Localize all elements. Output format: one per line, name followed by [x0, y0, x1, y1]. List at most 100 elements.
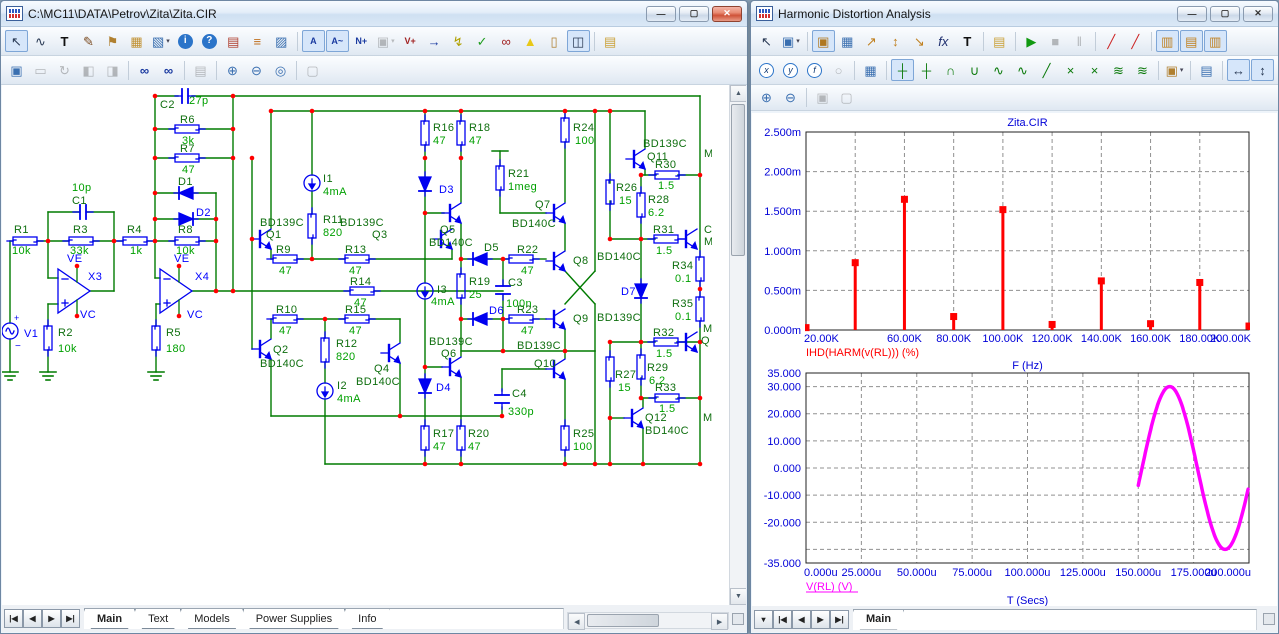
part-R10[interactable] [267, 315, 303, 323]
curve-cross-1[interactable]: × [1059, 59, 1082, 81]
paste-curve[interactable]: ▣▾ [1163, 59, 1186, 81]
part-R15[interactable] [339, 315, 375, 323]
part-V1[interactable]: +− [2, 313, 21, 352]
tab-main[interactable]: Main [853, 610, 904, 630]
show-power-toggle[interactable]: ↯ [447, 30, 470, 52]
wire-mode-tool[interactable]: ∿ [29, 30, 52, 52]
page-annotate-icon[interactable]: ▨ [270, 30, 293, 52]
part-Q11[interactable] [626, 149, 645, 169]
part-R26[interactable] [606, 174, 614, 210]
pause-button[interactable]: ‖ [1068, 30, 1091, 52]
pan-x-mode[interactable]: ↔ [1227, 59, 1250, 81]
close-button[interactable]: ✕ [1243, 6, 1273, 22]
minimize-button[interactable]: — [646, 6, 676, 22]
first-page-button[interactable]: |◀ [4, 609, 23, 628]
part-C1[interactable] [73, 205, 93, 219]
component-list-icon[interactable]: ≡ [246, 30, 269, 52]
log-slope-tool[interactable]: ╱ [1124, 30, 1147, 52]
next-page-button[interactable]: ▶ [42, 609, 61, 628]
part-R2[interactable] [44, 320, 52, 356]
analysis-titlebar[interactable]: Harmonic Distortion Analysis —▢✕ [751, 1, 1278, 27]
part-R18[interactable] [457, 115, 465, 151]
stop-button[interactable]: ■ [1044, 30, 1067, 52]
part-Q12[interactable] [624, 408, 643, 428]
part-R20[interactable] [457, 420, 465, 456]
maximize-button[interactable]: ▢ [679, 6, 709, 22]
part-Q6[interactable] [442, 357, 461, 377]
maximize-button[interactable]: ▢ [1210, 6, 1240, 22]
part-I2[interactable] [317, 383, 333, 399]
show-currents-toggle[interactable]: → [423, 30, 446, 52]
copy-picture-disabled-dropdown[interactable]: ▾ [391, 38, 395, 45]
last-page-button[interactable]: ▶| [61, 609, 80, 628]
cursor-vertical-toggle[interactable]: ┼ [915, 59, 938, 81]
analysis-plot-area[interactable]: Zita.CIR2.500m2.000m1.500m1.000m0.500m0.… [752, 113, 1277, 606]
part-D4[interactable] [419, 374, 431, 398]
select-tool[interactable]: ↖ [755, 30, 778, 52]
box-select-tool[interactable]: ▣ [5, 59, 28, 81]
rotate-disabled[interactable]: ↻ [53, 59, 76, 81]
text-page-icon[interactable]: ▯ [543, 30, 566, 52]
panel-rows-toggle[interactable]: ▤ [1180, 30, 1203, 52]
go-to-valley[interactable]: ∪ [963, 59, 986, 81]
scroll-up-button[interactable]: ▲ [730, 85, 746, 102]
text-tool[interactable]: T [53, 30, 76, 52]
tab-info[interactable]: Info [345, 609, 389, 629]
info-mode[interactable]: i [174, 30, 197, 52]
select-tool[interactable]: ↖ [5, 30, 28, 52]
part-R21[interactable] [496, 160, 504, 196]
pan-y-mode[interactable]: ↕ [1251, 59, 1274, 81]
copy-picture-disabled[interactable]: ▣▾ [374, 30, 398, 52]
search-disabled[interactable]: ○ [827, 59, 850, 81]
part-I1[interactable] [304, 175, 320, 191]
schematic-vscrollbar[interactable]: ▲ ▼ [729, 85, 746, 605]
show-pin-connections-toggle[interactable]: ∞ [495, 30, 518, 52]
part-Q5[interactable] [442, 203, 461, 223]
part-R24[interactable] [561, 112, 569, 148]
part-R7[interactable] [169, 154, 205, 162]
slope-tool[interactable]: ╱ [1100, 30, 1123, 52]
part-Q4[interactable] [381, 343, 400, 363]
part-gnd2[interactable] [40, 372, 56, 380]
find-part-button[interactable]: ∞ [133, 59, 156, 81]
curve-family-1[interactable]: ≋ [1107, 59, 1130, 81]
scale-limits[interactable]: ▦ [836, 30, 859, 52]
prev-plot-button[interactable]: ◀ [792, 610, 811, 629]
numeric-output[interactable]: ▤ [1195, 59, 1218, 81]
y-axis-settings[interactable]: y [779, 59, 802, 81]
part-QX1[interactable] [678, 229, 697, 249]
help-mode[interactable]: ? [198, 30, 221, 52]
show-node-numbers-toggle[interactable]: N+ [350, 30, 373, 52]
part-D1[interactable] [174, 187, 198, 199]
part-R14[interactable] [344, 287, 380, 295]
part-R35[interactable] [696, 291, 704, 327]
curve-family-2[interactable]: ≋ [1131, 59, 1154, 81]
scroll-down-button[interactable]: ▼ [730, 588, 746, 605]
clipboard-tool[interactable]: ▣▾ [779, 30, 803, 52]
tab-main[interactable]: Main [84, 609, 135, 629]
show-node-voltages-toggle[interactable]: A~ [326, 30, 349, 52]
part-gnd3[interactable] [148, 372, 164, 380]
part-R16[interactable] [421, 115, 429, 151]
part-R25[interactable] [561, 420, 569, 456]
tab-models[interactable]: Models [181, 609, 242, 629]
properties-button[interactable]: ▤ [599, 30, 622, 52]
page-disabled[interactable]: ▢ [301, 59, 324, 81]
text-tool[interactable]: T [956, 30, 979, 52]
schematic-canvas[interactable]: +−R110kR333kR41k10pC1V1R210kX3VEVCX4VEVC… [2, 85, 746, 605]
last-plot-button[interactable]: ▶| [830, 610, 849, 629]
show-warnings-toggle[interactable]: ▲ [519, 30, 542, 52]
part-C4[interactable] [495, 389, 509, 409]
part-R27[interactable] [606, 351, 614, 387]
part-D3[interactable] [419, 172, 431, 196]
part-R13[interactable] [339, 255, 375, 263]
hscroll-thumb[interactable] [587, 614, 659, 627]
part-R3[interactable] [63, 237, 99, 245]
close-button[interactable]: ✕ [712, 6, 742, 22]
formula-text-tool[interactable]: fx [932, 30, 955, 52]
shape-picker[interactable]: ▧▾ [149, 30, 173, 52]
clipboard-tool-dropdown[interactable]: ▾ [796, 38, 800, 45]
part-gnd1[interactable] [2, 372, 18, 380]
schematic-titlebar[interactable]: C:\MC11\DATA\Petrov\Zita\Zita.CIR —▢✕ [1, 1, 747, 27]
part-R9[interactable] [267, 255, 303, 263]
